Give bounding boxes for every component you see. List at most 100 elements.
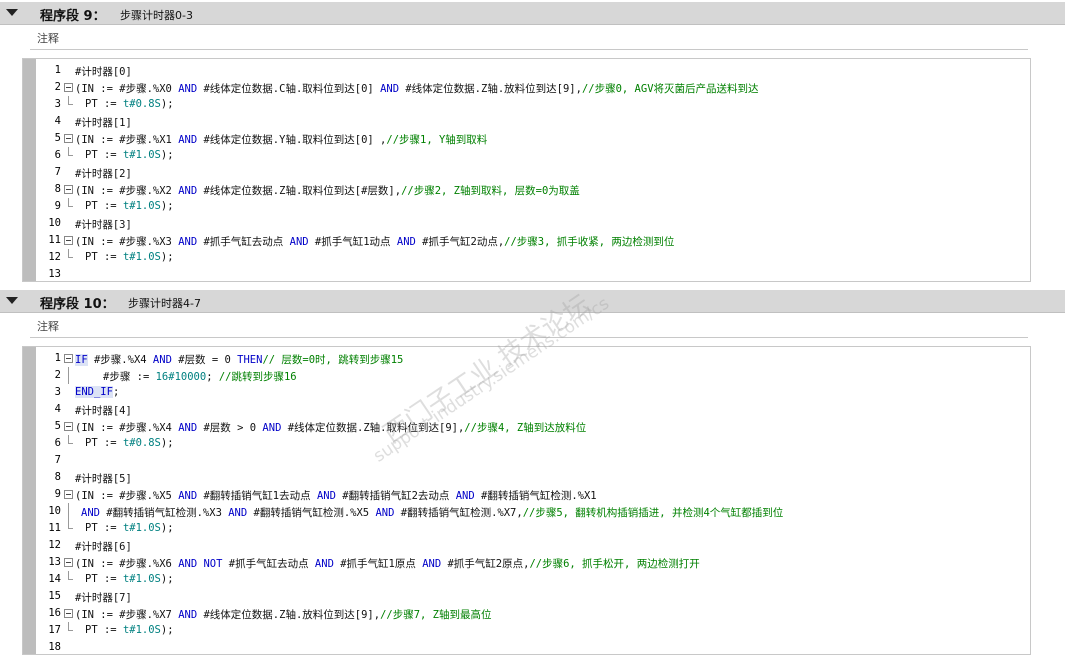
- segment-9-header[interactable]: 程序段 9： 步骤计时器0-3: [0, 2, 1065, 25]
- code-line[interactable]: 18: [23, 639, 1030, 656]
- fold-toggle-icon[interactable]: [64, 354, 73, 363]
- code-text[interactable]: (IN := #步骤.%X6 AND NOT #抓手气缸去动点 AND #抓手气…: [75, 556, 700, 571]
- code-line[interactable]: 2 (IN := #步骤.%X0 AND #线体定位数据.C轴.取料位到达[0] …: [23, 79, 1030, 96]
- code-text[interactable]: #计时器[1]: [75, 115, 132, 130]
- fold-guide-end: [68, 155, 73, 156]
- code-line[interactable]: 16 (IN := #步骤.%X7 AND #线体定位数据.Z轴.放料位到达[9]…: [23, 605, 1030, 622]
- code-line[interactable]: 4 #计时器[4]: [23, 401, 1030, 418]
- segment-10-code-editor[interactable]: 1 IF #步骤.%X4 AND #层数 = 0 THEN// 层数=0时, 跳转…: [22, 346, 1031, 655]
- code-text[interactable]: (IN := #步骤.%X5 AND #翻转插销气缸1去动点 AND #翻转插销…: [75, 488, 597, 503]
- collapse-arrow-icon[interactable]: [6, 9, 18, 16]
- line-number: 13: [48, 556, 61, 568]
- code-line[interactable]: 5 (IN := #步骤.%X1 AND #线体定位数据.Y轴.取料位到达[0] …: [23, 130, 1030, 147]
- code-line[interactable]: 4 #计时器[1]: [23, 113, 1030, 130]
- code-text[interactable]: (IN := #步骤.%X7 AND #线体定位数据.Z轴.放料位到达[9],/…: [75, 607, 492, 622]
- code-text[interactable]: PT := t#1.0S);: [85, 573, 174, 585]
- code-text[interactable]: #计时器[6]: [75, 539, 132, 554]
- fold-toggle-icon[interactable]: [64, 83, 73, 92]
- fold-toggle-icon[interactable]: [64, 134, 73, 143]
- code-line[interactable]: 7 #计时器[2]: [23, 164, 1030, 181]
- fold-toggle-icon[interactable]: [64, 185, 73, 194]
- segment-9-comment[interactable]: 注释: [30, 27, 1028, 50]
- code-text[interactable]: #计时器[7]: [75, 590, 132, 605]
- segment-10-header[interactable]: 程序段 10： 步骤计时器4-7: [0, 290, 1065, 313]
- line-number: 15: [48, 590, 61, 602]
- code-line[interactable]: 5 (IN := #步骤.%X4 AND #层数 > 0 AND #线体定位数据.…: [23, 418, 1030, 435]
- code-text[interactable]: #计时器[4]: [75, 403, 132, 418]
- comment-label: 注释: [37, 320, 59, 333]
- code-line[interactable]: 1 #计时器[0]: [23, 62, 1030, 79]
- line-number: 13: [48, 268, 61, 280]
- line-number: 3: [54, 98, 61, 110]
- line-number: 4: [54, 115, 61, 127]
- code-text[interactable]: PT := t#0.8S);: [85, 437, 174, 449]
- code-line[interactable]: 13 (IN := #步骤.%X6 AND NOT #抓手气缸去动点 AND #抓…: [23, 554, 1030, 571]
- code-text[interactable]: #计时器[3]: [75, 217, 132, 232]
- code-text[interactable]: PT := t#0.8S);: [85, 98, 174, 110]
- code-line[interactable]: 8 (IN := #步骤.%X2 AND #线体定位数据.Z轴.取料位到达[#层数…: [23, 181, 1030, 198]
- fold-toggle-icon[interactable]: [64, 558, 73, 567]
- fold-toggle-icon[interactable]: [64, 490, 73, 499]
- fold-toggle-icon[interactable]: [64, 236, 73, 245]
- code-text[interactable]: #计时器[2]: [75, 166, 132, 181]
- segment-10-name[interactable]: 步骤计时器4-7: [128, 295, 201, 311]
- code-text[interactable]: PT := t#1.0S);: [85, 624, 174, 636]
- line-number: 12: [48, 251, 61, 263]
- line-number: 5: [54, 420, 61, 432]
- code-line[interactable]: 15 #计时器[7]: [23, 588, 1030, 605]
- code-line[interactable]: 17 PT := t#1.0S);: [23, 622, 1030, 639]
- code-text[interactable]: (IN := #步骤.%X0 AND #线体定位数据.C轴.取料位到达[0] A…: [75, 81, 759, 96]
- code-line[interactable]: 2 #步骤 := 16#10000; //跳转到步骤16: [23, 367, 1030, 384]
- code-line[interactable]: 11 (IN := #步骤.%X3 AND #抓手气缸去动点 AND #抓手气缸1…: [23, 232, 1030, 249]
- fold-guide-end: [68, 206, 73, 207]
- code-line[interactable]: 6 PT := t#0.8S);: [23, 435, 1030, 452]
- line-number: 2: [54, 369, 61, 381]
- segment-9-name[interactable]: 步骤计时器0-3: [120, 7, 193, 23]
- fold-guide-end: [68, 528, 73, 529]
- code-text[interactable]: IF #步骤.%X4 AND #层数 = 0 THEN// 层数=0时, 跳转到…: [75, 352, 403, 367]
- code-line[interactable]: 6 PT := t#1.0S);: [23, 147, 1030, 164]
- line-number: 17: [48, 624, 61, 636]
- code-line[interactable]: 10 #计时器[3]: [23, 215, 1030, 232]
- code-text[interactable]: PT := t#1.0S);: [85, 522, 174, 534]
- code-text[interactable]: (IN := #步骤.%X3 AND #抓手气缸去动点 AND #抓手气缸1动点…: [75, 234, 674, 249]
- code-line[interactable]: 10 AND #翻转插销气缸检测.%X3 AND #翻转插销气缸检测.%X5 AN…: [23, 503, 1030, 520]
- code-line[interactable]: 11 PT := t#1.0S);: [23, 520, 1030, 537]
- code-text[interactable]: #计时器[5]: [75, 471, 132, 486]
- code-line[interactable]: 1 IF #步骤.%X4 AND #层数 = 0 THEN// 层数=0时, 跳转…: [23, 350, 1030, 367]
- fold-toggle-icon[interactable]: [64, 422, 73, 431]
- code-text[interactable]: (IN := #步骤.%X4 AND #层数 > 0 AND #线体定位数据.Z…: [75, 420, 586, 435]
- code-text[interactable]: #计时器[0]: [75, 64, 132, 79]
- segment-10-comment[interactable]: 注释: [30, 315, 1028, 338]
- line-number: 16: [48, 607, 61, 619]
- collapse-arrow-icon[interactable]: [6, 297, 18, 304]
- code-text[interactable]: PT := t#1.0S);: [85, 251, 174, 263]
- line-number: 14: [48, 573, 61, 585]
- code-line[interactable]: 13: [23, 266, 1030, 283]
- code-line[interactable]: 9 PT := t#1.0S);: [23, 198, 1030, 215]
- fold-toggle-icon[interactable]: [64, 609, 73, 618]
- code-text[interactable]: (IN := #步骤.%X1 AND #线体定位数据.Y轴.取料位到达[0] ,…: [75, 132, 487, 147]
- code-text[interactable]: (IN := #步骤.%X2 AND #线体定位数据.Z轴.取料位到达[#层数]…: [75, 183, 580, 198]
- code-line[interactable]: 9 (IN := #步骤.%X5 AND #翻转插销气缸1去动点 AND #翻转插…: [23, 486, 1030, 503]
- line-number: 18: [48, 641, 61, 653]
- line-number: 8: [54, 471, 61, 483]
- code-text[interactable]: PT := t#1.0S);: [85, 200, 174, 212]
- code-text[interactable]: PT := t#1.0S);: [85, 149, 174, 161]
- code-line[interactable]: 14 PT := t#1.0S);: [23, 571, 1030, 588]
- fold-guide-end: [68, 443, 73, 444]
- code-line[interactable]: 12 #计时器[6]: [23, 537, 1030, 554]
- code-text[interactable]: AND #翻转插销气缸检测.%X3 AND #翻转插销气缸检测.%X5 AND …: [81, 505, 783, 520]
- segment-9-code-editor[interactable]: 1 #计时器[0] 2 (IN := #步骤.%X0 AND #线体定位数据.C轴.取…: [22, 58, 1031, 282]
- code-text[interactable]: END_IF;: [75, 386, 119, 398]
- code-line[interactable]: 3 PT := t#0.8S);: [23, 96, 1030, 113]
- code-text[interactable]: #步骤 := 16#10000; //跳转到步骤16: [103, 369, 297, 384]
- code-line[interactable]: 3 END_IF;: [23, 384, 1030, 401]
- line-number: 10: [48, 505, 61, 517]
- line-number: 3: [54, 386, 61, 398]
- code-line[interactable]: 7: [23, 452, 1030, 469]
- code-line[interactable]: 8 #计时器[5]: [23, 469, 1030, 486]
- segment-10-title: 程序段 10：: [40, 297, 115, 312]
- code-line[interactable]: 12 PT := t#1.0S);: [23, 249, 1030, 266]
- line-number: 6: [54, 437, 61, 449]
